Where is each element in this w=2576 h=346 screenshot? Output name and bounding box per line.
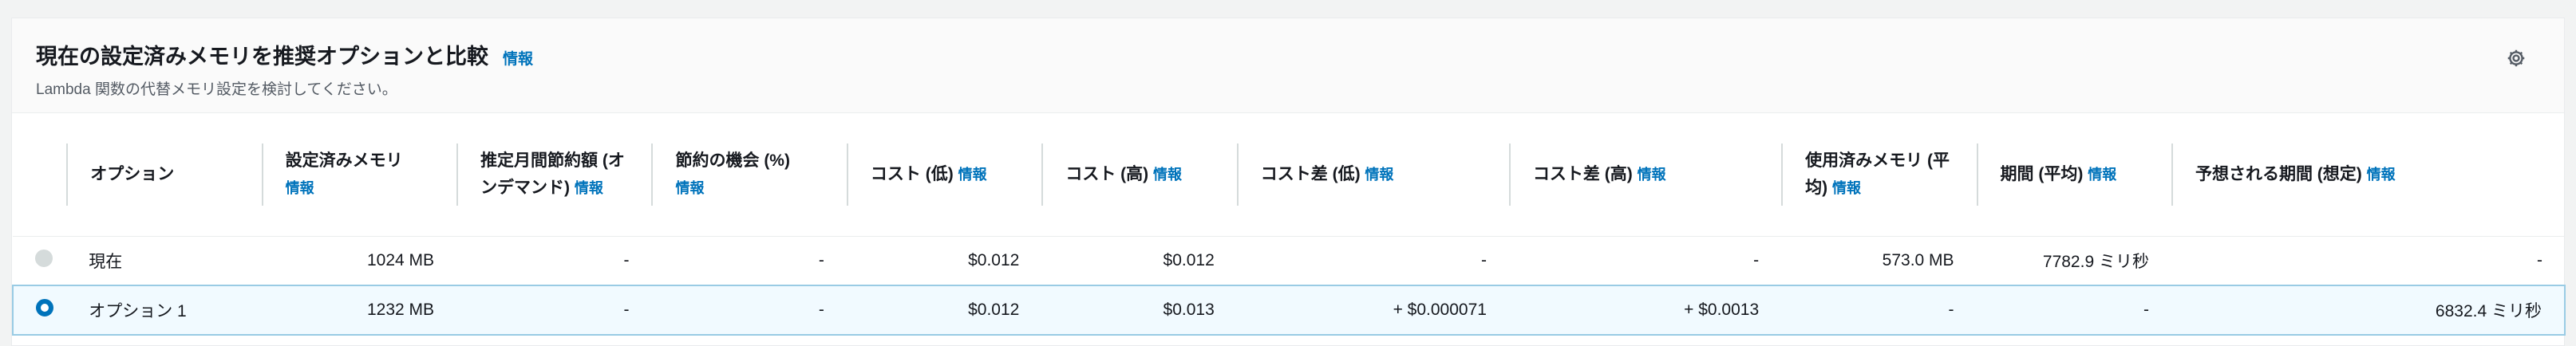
cell-savings-opportunity: - <box>651 285 847 336</box>
options-table: オプション 設定済みメモリ 情報 推定月間節約額 (オンデマンド) 情報 節約の機… <box>11 113 2566 336</box>
cell-cost-diff-high: - <box>1508 236 1782 286</box>
cell-cost-high: $0.013 <box>1041 285 1237 336</box>
cell-cost-diff-low: + $0.000071 <box>1236 285 1509 336</box>
header-expected-duration: 予想される期間 (想定) 情報 <box>2171 113 2565 237</box>
cell-cost-low: $0.012 <box>846 285 1042 336</box>
cell-expected-duration: - <box>2171 236 2565 286</box>
cell-cost-diff-low: - <box>1236 236 1509 286</box>
header-cost-low: コスト (低) 情報 <box>846 113 1042 237</box>
cell-cost-high: $0.012 <box>1041 236 1237 286</box>
cell-option: 現在 <box>66 236 262 286</box>
panel-title: 現在の設定済みメモリを推奨オプションと比較 <box>36 45 488 69</box>
info-link[interactable]: 情報 <box>675 180 704 196</box>
cell-monthly-savings: - <box>456 236 652 286</box>
header-cost-diff-high: コスト差 (高) 情報 <box>1508 113 1782 237</box>
info-link[interactable]: 情報 <box>1638 167 1666 183</box>
title-row: 現在の設定済みメモリを推奨オプションと比較 情報 <box>36 39 533 70</box>
cell-memory-used: 573.0 MB <box>1781 236 1977 286</box>
cell-savings-opportunity: - <box>651 236 847 286</box>
title-info-link[interactable]: 情報 <box>503 47 533 69</box>
info-link[interactable]: 情報 <box>2367 167 2396 183</box>
cell-duration-avg: 7782.9 ミリ秒 <box>1976 236 2171 286</box>
radio-button[interactable] <box>35 250 53 267</box>
header-select <box>13 113 67 237</box>
info-link[interactable]: 情報 <box>2088 167 2116 183</box>
cell-memory-used: - <box>1781 285 1977 336</box>
info-link[interactable]: 情報 <box>286 180 314 196</box>
comparison-panel: 現在の設定済みメモリを推奨オプションと比較 情報 Lambda 関数の代替メモリ… <box>11 18 2566 346</box>
info-link[interactable]: 情報 <box>1153 167 1182 183</box>
info-link[interactable]: 情報 <box>958 167 987 183</box>
cell-expected-duration: 6832.4 ミリ秒 <box>2171 285 2566 336</box>
cell-cost-diff-high: + $0.0013 <box>1508 285 1782 336</box>
info-link[interactable]: 情報 <box>575 180 603 196</box>
header-duration-avg: 期間 (平均) 情報 <box>1976 113 2171 237</box>
info-link[interactable]: 情報 <box>1365 167 1393 183</box>
info-link[interactable]: 情報 <box>1832 180 1861 196</box>
cell-monthly-savings: - <box>456 285 652 336</box>
header-cost-high: コスト (高) 情報 <box>1041 113 1237 237</box>
header-cost-diff-low: コスト差 (低) 情報 <box>1236 113 1509 237</box>
cell-duration-avg: - <box>1976 285 2171 336</box>
radio-button[interactable] <box>36 299 53 317</box>
table-row-option-1[interactable]: オプション 1 1232 MB - - $0.012 $0.013 + $0.0… <box>11 285 2566 336</box>
panel-header: 現在の設定済みメモリを推奨オプションと比較 情報 Lambda 関数の代替メモリ… <box>12 18 2564 113</box>
cell-cost-low: $0.012 <box>846 236 1042 286</box>
header-monthly-savings: 推定月間節約額 (オンデマンド) 情報 <box>456 113 652 237</box>
gear-icon <box>2507 49 2525 67</box>
cell-configured-memory: 1232 MB <box>261 285 457 336</box>
header-option: オプション <box>66 113 262 237</box>
table-row-current[interactable]: 現在 1024 MB - - $0.012 $0.012 - - 573.0 M… <box>13 236 2565 286</box>
header-savings-opportunity: 節約の機会 (%) 情報 <box>651 113 847 237</box>
cell-configured-memory: 1024 MB <box>261 236 457 286</box>
table-header-row: オプション 設定済みメモリ 情報 推定月間節約額 (オンデマンド) 情報 節約の機… <box>13 113 2565 237</box>
header-memory-used: 使用済みメモリ (平均) 情報 <box>1781 113 1977 237</box>
cell-option: オプション 1 <box>66 285 262 336</box>
header-configured-memory: 設定済みメモリ 情報 <box>261 113 457 237</box>
settings-button[interactable] <box>2502 44 2531 73</box>
panel-subtitle: Lambda 関数の代替メモリ設定を検討してください。 <box>36 81 397 98</box>
